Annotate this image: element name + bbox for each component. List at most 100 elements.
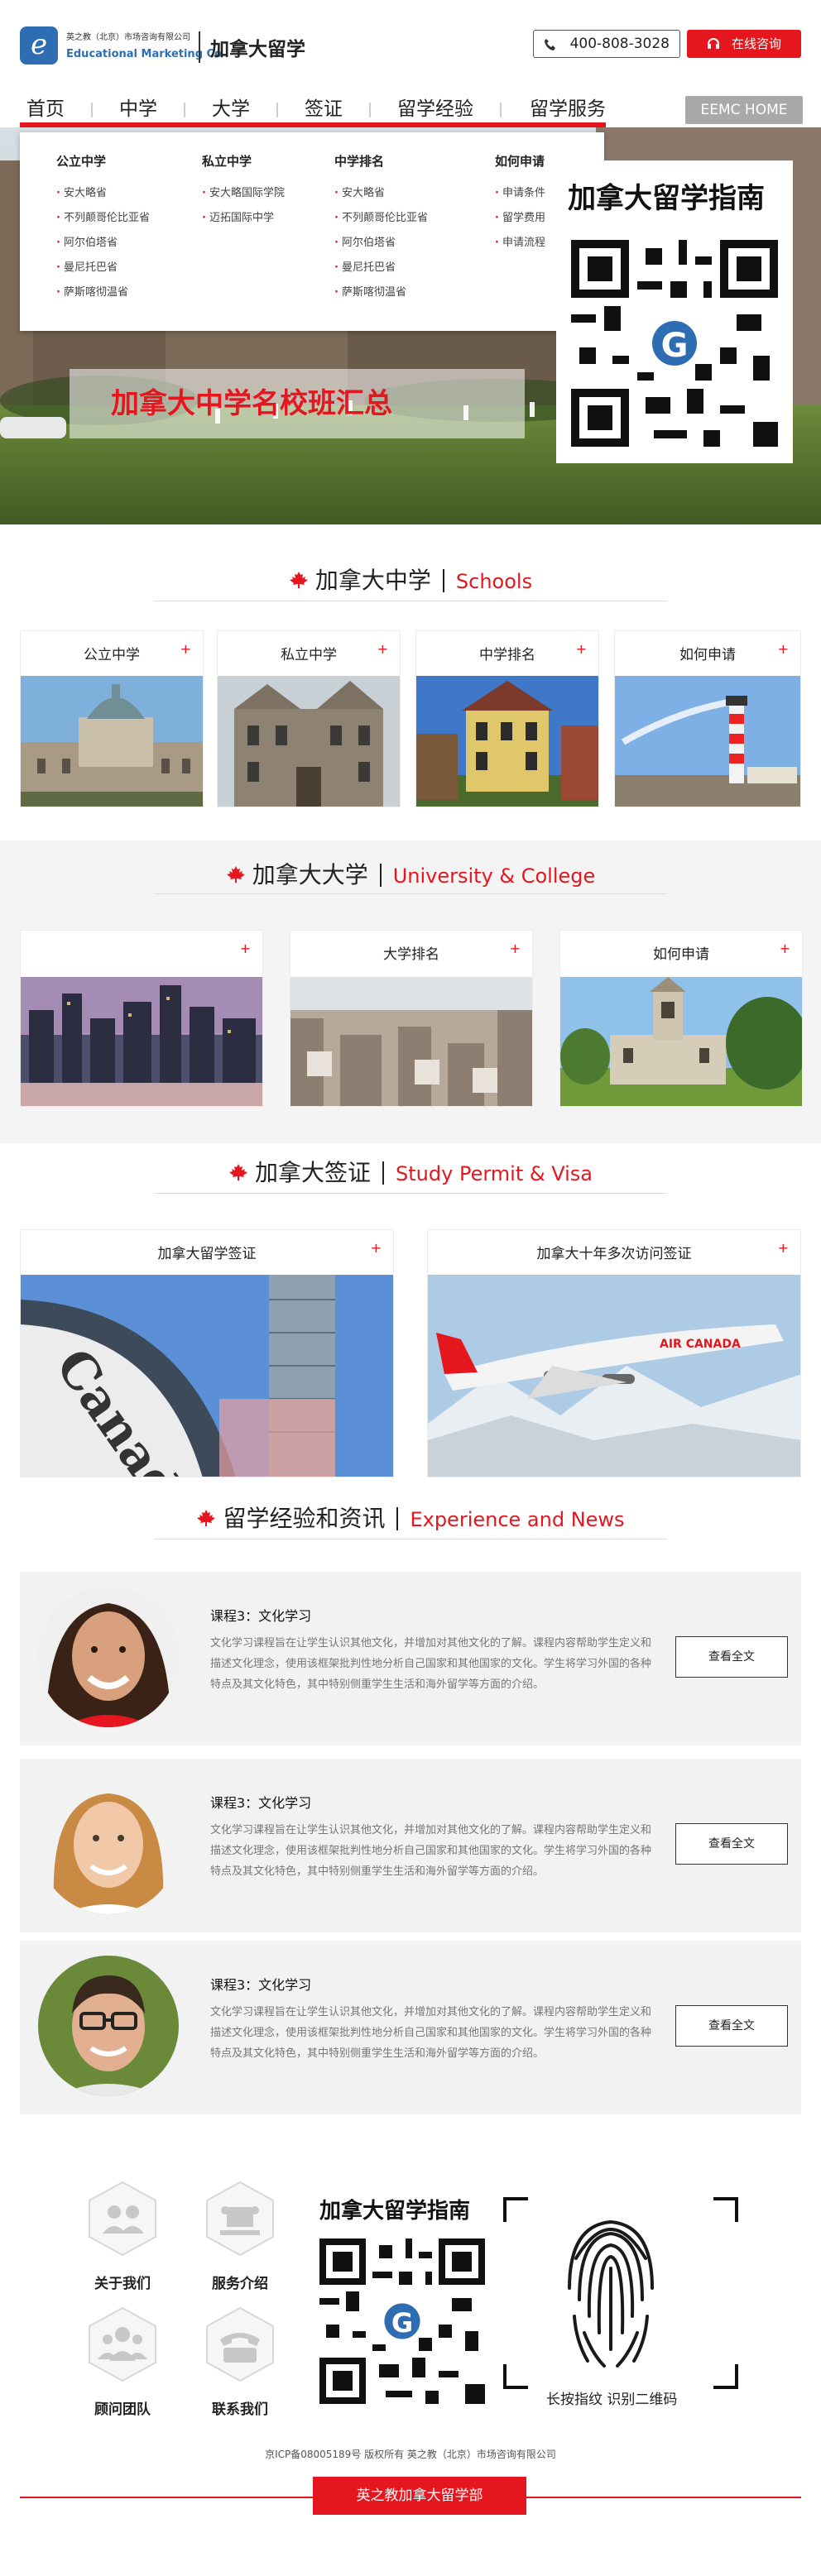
phone-contact-icon[interactable] [202, 2306, 278, 2382]
news-section-title: 留学经验和资讯 Experience and News [0, 1501, 821, 1534]
university-card-ranking[interactable]: 大学排名 + [290, 930, 533, 1107]
dropdown-link[interactable]: · 曼尼托巴省 [56, 256, 150, 280]
school-card-private[interactable]: 私立中学 + [217, 630, 401, 807]
nav-services[interactable]: 留学服务 [530, 94, 606, 126]
read-more-button[interactable]: 查看全文 [675, 1823, 788, 1865]
dropdown-link[interactable]: · 申请流程 [495, 231, 545, 256]
services-icon[interactable] [202, 2181, 278, 2257]
company-logo[interactable]: e [20, 26, 58, 65]
dropdown-link[interactable]: · 阿尔伯塔省 [56, 231, 150, 256]
school-card-public[interactable]: 公立中学 + [20, 630, 204, 807]
eemc-home-button[interactable]: EEMC HOME [685, 96, 803, 124]
dropdown-heading[interactable]: 公立中学 [56, 152, 150, 170]
footer-qr-title: 加拿大留学指南 [319, 2199, 471, 2224]
news-title-cn: 留学经验和资讯 [223, 1505, 386, 1532]
dropdown-link[interactable]: · 曼尼托巴省 [334, 256, 428, 280]
avatar [38, 1587, 179, 1727]
university-card-apply[interactable]: 如何申请 + [559, 930, 803, 1107]
dropdown-column-private: 私立中学 · 安大略国际学院 · 迈拓国际中学 [202, 152, 285, 231]
dropdown-link[interactable]: · 安大略省 [56, 181, 150, 206]
nav-separator [276, 103, 278, 117]
dropdown-column-apply: 如何申请 · 申请条件 · 留学费用 · 申请流程 [495, 152, 545, 256]
footer-qr-code[interactable]: G [319, 2238, 485, 2404]
phone-number-text: 400-808-3028 [569, 36, 670, 52]
university-card-overview[interactable]: + [20, 930, 263, 1107]
read-more-button[interactable]: 查看全文 [675, 1636, 788, 1678]
footer-link-services[interactable]: 服务介绍 [182, 2272, 298, 2292]
schools-section-title: 加拿大中学 Schools [0, 563, 821, 596]
header-divider [199, 31, 200, 63]
title-divider [382, 1161, 385, 1185]
news-description: 文化学习课程旨在让学生认识其他文化，并增加对其他文化的了解。课程内容帮助学生定义… [210, 1637, 652, 1691]
nav-middle-school[interactable]: 中学 [119, 94, 157, 126]
nav-experience[interactable]: 留学经验 [397, 94, 473, 126]
news-title[interactable]: 课程3：文化学习 [210, 1792, 311, 1812]
news-title[interactable]: 课程3：文化学习 [210, 1974, 311, 1994]
dropdown-heading[interactable]: 如何申请 [495, 152, 545, 170]
news-item: 课程3：文化学习 文化学习课程旨在让学生认识其他文化，并增加对其他文化的了解。课… [20, 1572, 801, 1745]
nav-home[interactable]: 首页 [26, 94, 65, 126]
news-item: 课程3：文化学习 文化学习课程旨在让学生认识其他文化，并增加对其他文化的了解。课… [20, 1941, 801, 2114]
plus-icon: + [779, 941, 790, 956]
dropdown-link[interactable]: · 安大略国际学院 [202, 181, 285, 206]
online-consult-label: 在线咨询 [731, 36, 781, 51]
phone-icon [545, 39, 555, 50]
plus-icon: + [180, 641, 191, 657]
news-description: 文化学习课程旨在让学生认识其他文化，并增加对其他文化的了解。课程内容帮助学生定义… [210, 2006, 652, 2060]
section-rule [154, 893, 667, 894]
hero-qr-code[interactable]: G [571, 240, 778, 447]
footer-link-team[interactable]: 顾问团队 [65, 2397, 180, 2418]
card-image: AIR CANADA [428, 1275, 800, 1477]
dropdown-heading[interactable]: 中学排名 [334, 152, 428, 170]
card-label: 私立中学 [281, 647, 337, 663]
dropdown-link[interactable]: · 萨斯喀彻温省 [334, 280, 428, 305]
consultant-team-icon[interactable] [84, 2306, 161, 2382]
dropdown-link[interactable]: · 安大略省 [334, 181, 428, 206]
hero-banner-text[interactable]: 加拿大中学名校班汇总 [70, 369, 525, 438]
fingerprint-icon[interactable] [559, 2209, 662, 2371]
online-consult-button[interactable]: 在线咨询 [687, 30, 801, 58]
dropdown-heading[interactable]: 私立中学 [202, 152, 285, 170]
card-image [21, 676, 203, 807]
dropdown-link[interactable]: · 萨斯喀彻温省 [56, 280, 150, 305]
card-label: 如何申请 [653, 946, 709, 963]
dropdown-link[interactable]: · 迈拓国际中学 [202, 206, 285, 231]
visa-card-visit[interactable]: 加拿大十年多次访问签证 + AIR CANADA [427, 1229, 801, 1477]
school-card-ranking[interactable]: 中学排名 + [415, 630, 599, 807]
plus-icon: + [370, 1240, 382, 1256]
svg-text:AIR CANADA: AIR CANADA [660, 1338, 741, 1351]
nav-university[interactable]: 大学 [212, 94, 250, 126]
svg-text:G: G [661, 327, 689, 365]
card-label: 大学排名 [383, 946, 439, 963]
card-image [290, 977, 532, 1106]
nav-visa[interactable]: 签证 [305, 94, 343, 126]
visa-card-study[interactable]: 加拿大留学签证 + Canada [20, 1229, 394, 1477]
visa-title-cn: 加拿大签证 [255, 1159, 372, 1186]
footer-link-contact[interactable]: 联系我们 [182, 2397, 298, 2418]
dropdown-link[interactable]: · 不列颠哥伦比亚省 [334, 206, 428, 231]
news-title-en: Experience and News [410, 1508, 625, 1531]
card-label: 如何申请 [679, 647, 736, 663]
about-us-icon[interactable] [84, 2181, 161, 2257]
dropdown-link[interactable]: · 留学费用 [495, 206, 545, 231]
dropdown-link[interactable]: · 申请条件 [495, 181, 545, 206]
card-label: 加拿大十年多次访问签证 [536, 1246, 692, 1262]
section-rule [154, 1193, 667, 1194]
university-section-title: 加拿大大学 University & College [0, 857, 821, 890]
footer-link-about[interactable]: 关于我们 [65, 2272, 180, 2292]
company-name-cn: 英之教（北京）市场咨询有限公司 [66, 33, 190, 42]
maple-leaf-icon [197, 1510, 216, 1526]
card-image: Canada [21, 1275, 393, 1477]
dropdown-link[interactable]: · 不列颠哥伦比亚省 [56, 206, 150, 231]
read-more-button[interactable]: 查看全文 [675, 2005, 788, 2047]
footer-department-button[interactable]: 英之教加拿大留学部 [313, 2477, 526, 2515]
svg-text:G: G [391, 2307, 413, 2339]
card-label: 加拿大留学签证 [157, 1246, 257, 1262]
news-title[interactable]: 课程3：文化学习 [210, 1605, 311, 1625]
school-card-apply[interactable]: 如何申请 + [614, 630, 801, 807]
dropdown-link[interactable]: · 阿尔伯塔省 [334, 231, 428, 256]
phone-number[interactable]: 400-808-3028 [533, 30, 680, 58]
news-item: 课程3：文化学习 文化学习课程旨在让学生认识其他文化，并增加对其他文化的了解。课… [20, 1759, 801, 1932]
card-image [416, 676, 598, 807]
site-header: e 英之教（北京）市场咨询有限公司 Educational Marketing … [0, 0, 821, 94]
